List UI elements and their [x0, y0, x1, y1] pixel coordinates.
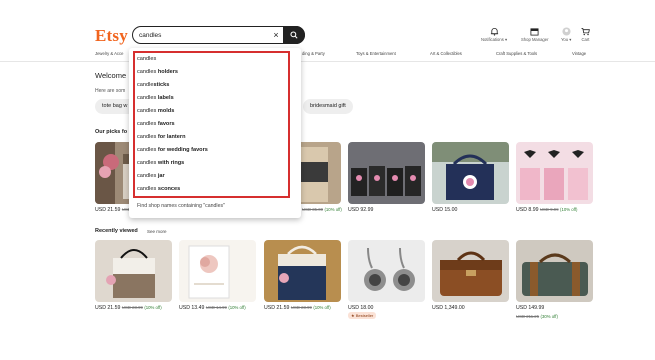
product-image[interactable] — [264, 240, 341, 302]
product-price: USD 1,349.00 — [432, 305, 465, 311]
suggestion-item[interactable]: candles for wedding favors — [137, 147, 208, 153]
suggestion-item[interactable]: candles labels — [137, 95, 174, 101]
suggestion-item[interactable]: candles for lantern — [137, 134, 186, 140]
category-link[interactable]: Vintage — [572, 51, 586, 56]
etsy-logo[interactable]: Etsy — [95, 26, 128, 46]
suggestion-item[interactable]: candlesticks — [137, 82, 169, 88]
search-icon — [290, 30, 298, 39]
bell-icon — [490, 28, 498, 36]
avatar-icon — [562, 27, 571, 36]
suggestion-item[interactable]: candles jar — [137, 173, 165, 179]
product-price: USD 35.00 (10% off) — [302, 207, 342, 212]
recommendation-text: Here are som — [95, 88, 126, 94]
suggestion-item[interactable]: candles sconces — [137, 186, 180, 192]
cart-icon — [581, 27, 590, 36]
notifications-button[interactable]: Notifications ▾ — [481, 27, 507, 42]
welcome-heading: Welcome — [95, 71, 127, 80]
product-price: USD 21.59 USD 23.99 (10% off) — [264, 305, 331, 311]
you-menu-button[interactable]: You ▾ — [561, 27, 571, 42]
category-link[interactable]: Art & Collectibles — [430, 51, 462, 56]
product-old-price: USD 211.25 (30% off) — [516, 314, 558, 319]
shop-icon — [530, 28, 539, 36]
header-divider — [0, 61, 655, 62]
product-image[interactable] — [432, 142, 509, 204]
search-input[interactable] — [139, 30, 269, 41]
cart-label: Cart — [581, 37, 590, 42]
product-price: USD 21.59 USD 23.99 (10% off) — [95, 305, 162, 311]
suggestion-item[interactable]: candles holders — [137, 69, 178, 75]
category-nav: Jewelry & Acce ding & Party Toys & Enter… — [0, 51, 655, 59]
recently-viewed-title: Recently viewed — [95, 228, 138, 234]
product-price: USD 8.99 USD 9.99 (10% off) — [516, 207, 578, 213]
our-picks-title: Our picks fo — [95, 129, 128, 135]
cart-button[interactable]: Cart — [581, 27, 590, 42]
suggestion-item[interactable]: candles — [137, 56, 156, 62]
product-image[interactable] — [516, 240, 593, 302]
product-price: USD 149.99 — [516, 305, 545, 311]
clear-search-icon[interactable]: × — [270, 28, 282, 42]
category-link[interactable]: Toys & Entertainment — [356, 51, 396, 56]
category-link[interactable]: Craft Supplies & Tools — [496, 51, 537, 56]
product-price: USD 92.99 — [348, 207, 374, 213]
product-price: USD 21.59 USD — [95, 207, 131, 213]
category-link[interactable]: ding & Party — [302, 51, 325, 56]
suggestion-item[interactable]: candles with rings — [137, 160, 184, 166]
notifications-label: Notifications ▾ — [481, 37, 508, 42]
search-bar[interactable]: × — [132, 25, 305, 44]
product-price: USD 13.49 USD 14.99 (10% off) — [179, 305, 246, 311]
product-image[interactable] — [348, 240, 425, 302]
category-link[interactable]: Jewelry & Acce — [95, 51, 123, 56]
see-more-link[interactable]: See more — [147, 229, 167, 234]
search-button[interactable] — [283, 25, 305, 44]
product-price: USD 18.00 — [348, 305, 374, 311]
shop-manager-label: Shop Manager — [521, 37, 549, 42]
product-image[interactable] — [179, 240, 256, 302]
bestseller-badge: ★ Bestseller — [348, 312, 377, 319]
suggestion-item[interactable]: candles favors — [137, 121, 175, 127]
suggestion-item[interactable]: candles molds — [137, 108, 174, 114]
you-label: You ▾ — [561, 37, 572, 42]
find-shop-names-link[interactable]: Find shop names containing "candles" — [137, 203, 225, 209]
product-image[interactable] — [516, 142, 593, 204]
search-chip[interactable]: bridesmaid gift — [303, 99, 353, 114]
product-image[interactable] — [348, 142, 425, 204]
product-image[interactable] — [95, 240, 172, 302]
product-image[interactable] — [432, 240, 509, 302]
shop-manager-button[interactable]: Shop Manager — [521, 27, 548, 42]
product-price: USD 15.00 — [432, 207, 458, 213]
